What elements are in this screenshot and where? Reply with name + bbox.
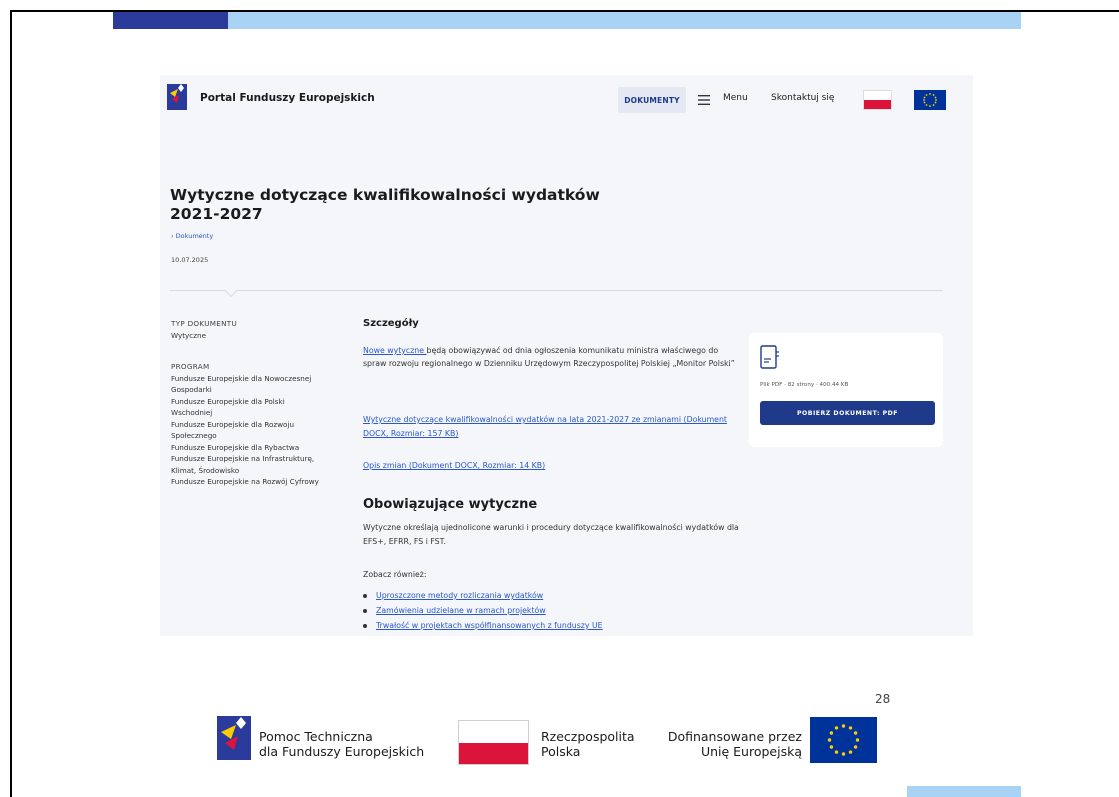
portal-screenshot: Portal Funduszy Europejskich DOKUMENTY M… <box>160 75 973 636</box>
type-value: Wytyczne <box>171 330 207 340</box>
program-item: Fundusze Europejskie na Infrastrukturę, … <box>171 454 315 475</box>
current-guidelines-heading: Obowiązujące wytyczne <box>363 497 538 512</box>
bullet-icon <box>363 623 367 628</box>
file-info: Plik PDF · 82 strony · 400.44 KB <box>760 382 849 388</box>
program-item: Fundusze Europejskie dla Nowoczesnej Gos… <box>171 373 312 395</box>
header-bar-light <box>228 12 1021 29</box>
new-guidelines-link[interactable]: Nowe wytyczne <box>363 346 427 355</box>
details-heading: Szczegóły <box>363 318 419 329</box>
see-also-list: Uproszczone metody rozliczania wydatków … <box>363 588 603 633</box>
see-also-link[interactable]: Zamówienia udzielane w ramach projektów <box>376 603 546 618</box>
program-item: Fundusze Europejskie na Rozwój Cyfrowy <box>171 477 319 486</box>
fe-logo-icon <box>217 716 251 760</box>
breadcrumb-dokumenty[interactable]: › Dokumenty <box>171 232 213 240</box>
guidelines-docx-link[interactable]: Wytyczne dotyczące kwalifikowalności wyd… <box>363 413 743 441</box>
bullet-icon <box>363 608 367 613</box>
footer-pt-line1: Pomoc Techniczna <box>259 729 373 744</box>
document-icon <box>760 345 779 369</box>
dokumenty-button[interactable]: DOKUMENTY <box>618 87 686 113</box>
footer-rzeczpospolita: Rzeczpospolita Polska <box>541 729 635 759</box>
download-pdf-button[interactable]: POBIERZ DOKUMENT: PDF <box>760 401 935 425</box>
section-divider <box>170 290 943 291</box>
polish-flag-icon[interactable] <box>863 90 892 110</box>
list-item: Uproszczone metody rozliczania wydatków <box>363 588 603 603</box>
page-title: Wytyczne dotyczące kwalifikowalności wyd… <box>170 186 600 223</box>
program-item: Fundusze Europejskie dla Rozwoju Społecz… <box>171 419 294 441</box>
eu-flag-icon <box>810 717 877 763</box>
see-also-link[interactable]: Trwałość w projektach współfinansowanych… <box>376 618 603 633</box>
publication-date: 10.07.2025 <box>171 256 209 264</box>
page-number: 28 <box>875 692 891 706</box>
footer-bar-light <box>907 786 1021 797</box>
footer-rp-line1: Rzeczpospolita <box>541 729 635 744</box>
eu-flag-icon[interactable] <box>914 90 946 110</box>
details-section: Szczegóły Nowe wytyczne będą obowiązywać… <box>363 318 743 370</box>
menu-button[interactable]: Menu <box>723 93 748 103</box>
type-label: TYP DOKUMENTU <box>171 319 238 328</box>
fe-logo-icon[interactable] <box>167 84 187 110</box>
list-item: Trwałość w projektach współfinansowanych… <box>363 618 603 633</box>
footer-pt-line2: dla Funduszy Europejskich <box>259 744 425 759</box>
header-bar-dark <box>113 12 228 29</box>
footer-dofinansowane: Dofinansowane przez Unię Europejską <box>664 729 802 759</box>
document-metadata: TYP DOKUMENTU Wytyczne PROGRAM Fundusze … <box>171 318 319 488</box>
bullet-icon <box>363 593 367 598</box>
list-item: Zamówienia udzielane w ramach projektów <box>363 603 603 618</box>
divider-notch <box>223 282 239 298</box>
program-item: Fundusze Europejskie dla Polski Wschodni… <box>171 396 285 418</box>
slide: Portal Funduszy Europejskich DOKUMENTY M… <box>0 0 1119 797</box>
changes-docx-link[interactable]: Opis zmian (Dokument DOCX, Rozmiar: 14 K… <box>363 461 545 470</box>
footer-dof-line1: Dofinansowane przez <box>667 729 802 744</box>
program-label: PROGRAM <box>171 362 210 371</box>
see-also-link[interactable]: Uproszczone metody rozliczania wydatków <box>376 588 543 603</box>
file-download-card: Plik PDF · 82 strony · 400.44 KB POBIERZ… <box>749 333 943 447</box>
slide-frame-left <box>10 10 12 797</box>
hamburger-menu-icon[interactable] <box>698 95 710 105</box>
portal-brand-name[interactable]: Portal Funduszy Europejskich <box>200 92 375 104</box>
details-intro: Nowe wytyczne będą obowiązywać od dnia o… <box>363 344 743 370</box>
footer-rp-line2: Polska <box>541 744 581 759</box>
contact-link[interactable]: Skontaktuj się <box>771 93 834 103</box>
program-item: Fundusze Europejskie dla Rybactwa <box>171 442 300 452</box>
current-guidelines-text: Wytyczne określają ujednolicone warunki … <box>363 523 739 546</box>
portal-header: Portal Funduszy Europejskich DOKUMENTY M… <box>160 75 973 127</box>
footer-dof-line2: Unię Europejską <box>700 744 802 759</box>
see-also-label: Zobacz również: <box>363 570 427 579</box>
polish-flag-icon <box>458 720 529 765</box>
footer-pomoc-techniczna: Pomoc Techniczna dla Funduszy Europejski… <box>259 729 424 759</box>
